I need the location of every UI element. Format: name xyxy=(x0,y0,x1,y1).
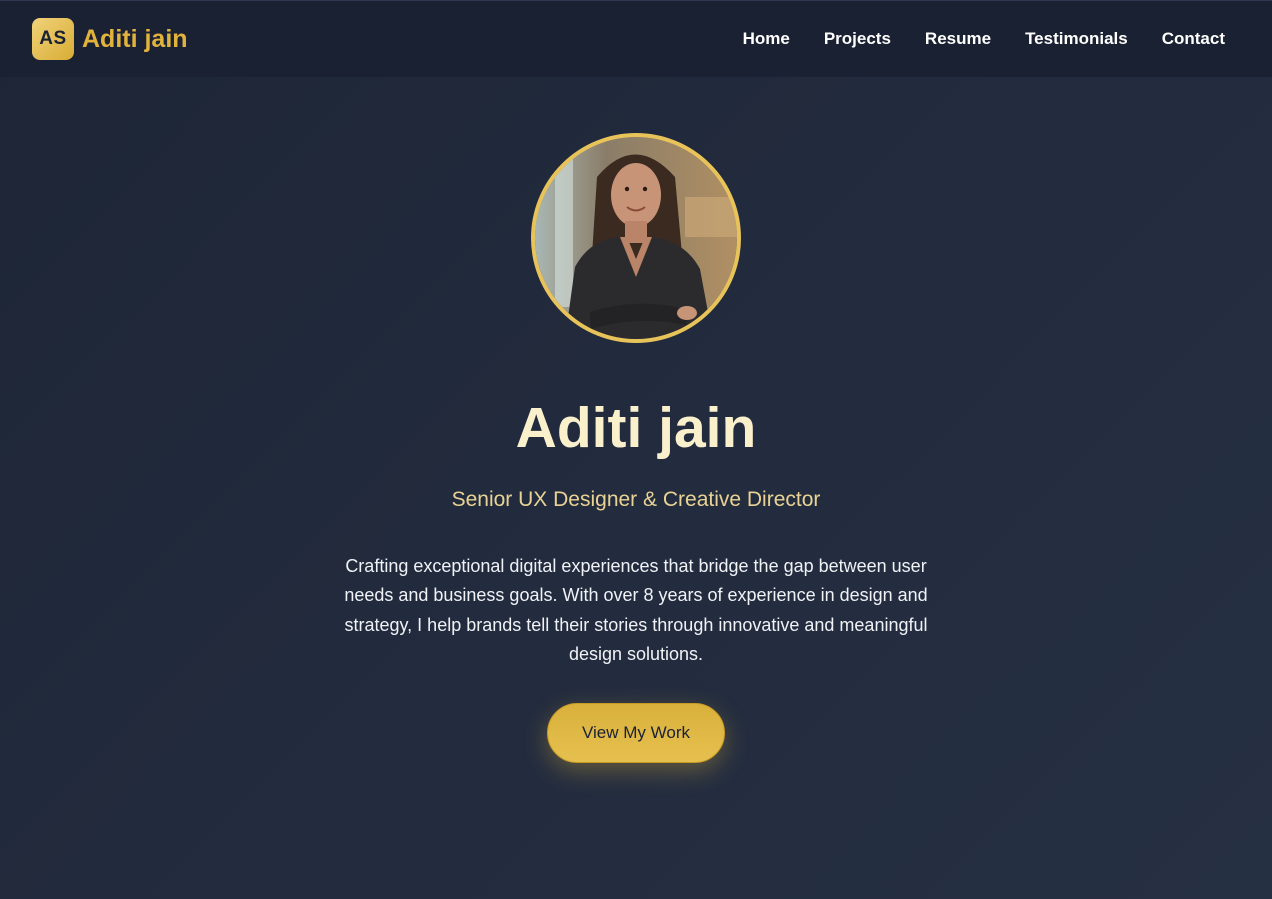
nav-link-home[interactable]: Home xyxy=(743,29,790,48)
nav-item-home: Home xyxy=(743,29,790,49)
hero-section: Aditi jain Senior UX Designer & Creative… xyxy=(0,77,1272,899)
brand-logo-link[interactable]: AS Aditi jain xyxy=(32,18,188,60)
profile-photo-icon xyxy=(535,137,737,339)
profile-photo-avatar xyxy=(531,133,741,343)
nav-link-projects[interactable]: Projects xyxy=(824,29,891,48)
nav-item-projects: Projects xyxy=(824,29,891,49)
nav-links: Home Projects Resume Testimonials Contac… xyxy=(743,29,1225,49)
nav-item-testimonials: Testimonials xyxy=(1025,29,1128,49)
nav-link-resume[interactable]: Resume xyxy=(925,29,991,48)
nav-link-contact[interactable]: Contact xyxy=(1162,29,1225,48)
nav-link-testimonials[interactable]: Testimonials xyxy=(1025,29,1128,48)
hero-name-heading: Aditi jain xyxy=(515,396,757,460)
nav-item-resume: Resume xyxy=(925,29,991,49)
view-my-work-button[interactable]: View My Work xyxy=(547,702,725,763)
hero-role-subtitle: Senior UX Designer & Creative Director xyxy=(451,487,821,511)
hero-bio-text: Crafting exceptional digital experiences… xyxy=(344,555,928,665)
brand-name: Aditi jain xyxy=(82,24,188,53)
brand-initials-badge: AS xyxy=(32,18,74,60)
nav-item-contact: Contact xyxy=(1162,29,1225,49)
top-navbar: AS Aditi jain Home Projects Resume Testi… xyxy=(0,0,1272,77)
